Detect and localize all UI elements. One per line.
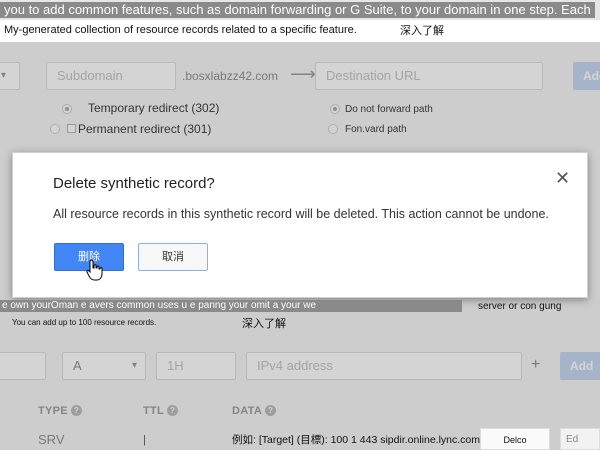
close-icon[interactable]: ✕ [555, 169, 570, 187]
row-data-example: 例如: [Target] (目標): 100 1 443 sipdir.onli… [232, 434, 483, 446]
row-edit-button[interactable]: Ed [560, 428, 600, 450]
cancel-button[interactable]: 取消 [138, 243, 208, 271]
dialog-body: All resource records in this synthetic r… [53, 207, 549, 221]
top-banner: you to add common features, such as doma… [0, 0, 600, 20]
top-banner-subtext: My-generated collection of resource reco… [4, 24, 357, 36]
dialog-title: Delete synthetic record? [53, 175, 215, 192]
lower-banner: e own yourOman e avers common uses u e p… [0, 300, 462, 312]
learn-more-link-top[interactable]: 深入了解 [400, 22, 444, 38]
hand-cursor-icon [86, 259, 103, 281]
row-delete-button[interactable]: Delco [480, 428, 550, 450]
lower-banner-subtext: You can add up to 100 resource records. [12, 318, 157, 327]
learn-more-link-bottom[interactable]: 深入了解 [242, 315, 286, 331]
lower-banner-right-text: server or con gung [478, 301, 562, 312]
top-banner-text: you to add common features, such as doma… [0, 2, 595, 18]
